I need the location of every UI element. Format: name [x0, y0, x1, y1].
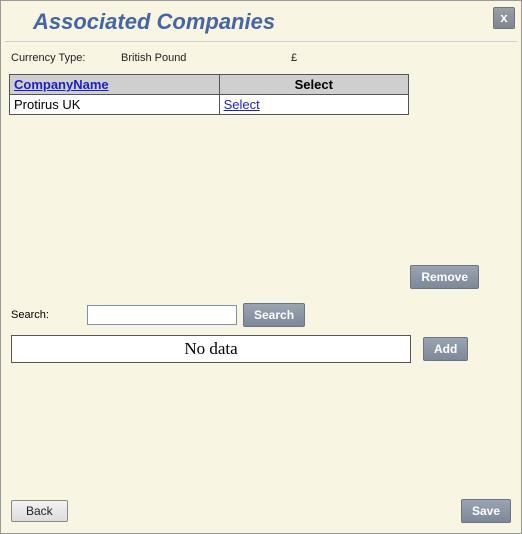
no-data-cell: No data	[12, 336, 411, 363]
col-header-select: Select	[219, 75, 408, 95]
remove-row: Remove	[9, 265, 513, 289]
company-name-cell: Protirus UK	[10, 95, 220, 115]
remove-button[interactable]: Remove	[410, 265, 479, 289]
currency-symbol: £	[291, 52, 331, 64]
currency-row: Currency Type: British Pound £	[9, 52, 513, 74]
back-button[interactable]: Back	[11, 500, 68, 522]
separator	[5, 41, 517, 42]
search-results-table: No data	[11, 335, 411, 363]
search-label: Search:	[11, 309, 81, 321]
col-header-company-name: CompanyName	[10, 75, 220, 95]
page-title: Associated Companies	[33, 9, 275, 35]
content-area: Currency Type: British Pound £ CompanyNa…	[1, 52, 521, 491]
select-company-link[interactable]: Select	[224, 97, 260, 112]
titlebar: Associated Companies x	[1, 1, 521, 35]
associated-companies-dialog: Associated Companies x Currency Type: Br…	[0, 0, 522, 534]
footer: Back Save	[1, 491, 521, 533]
results-row: No data Add	[9, 335, 513, 363]
close-button[interactable]: x	[493, 7, 515, 29]
currency-value: British Pound	[121, 52, 291, 64]
currency-label: Currency Type:	[11, 52, 121, 64]
table-row: No data	[12, 336, 411, 363]
sort-company-name-link[interactable]: CompanyName	[14, 77, 109, 92]
add-button[interactable]: Add	[423, 337, 468, 361]
company-select-cell: Select	[219, 95, 408, 115]
search-button[interactable]: Search	[243, 303, 305, 327]
save-button[interactable]: Save	[461, 499, 511, 523]
table-header-row: CompanyName Select	[10, 75, 409, 95]
search-row: Search: Search	[9, 289, 513, 335]
table-row: Protirus UK Select	[10, 95, 409, 115]
search-input[interactable]	[87, 305, 237, 325]
companies-table: CompanyName Select Protirus UK Select	[9, 74, 409, 115]
